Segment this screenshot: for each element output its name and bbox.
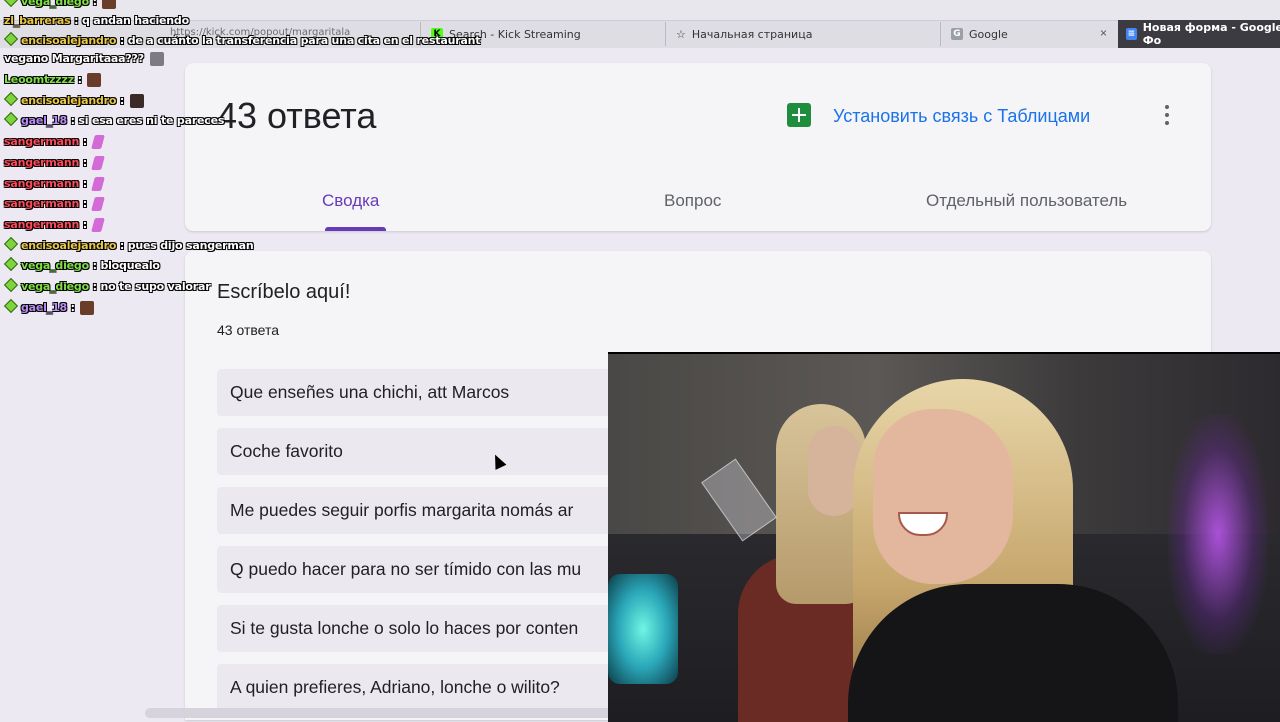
question-title: Escríbelo aquí! xyxy=(217,281,351,303)
chat-username[interactable]: encisoalejandro xyxy=(21,239,116,252)
chat-message: vega_diego : xyxy=(3,0,117,9)
question-response-count: 43 ответа xyxy=(217,322,279,338)
active-tab-indicator xyxy=(325,227,386,231)
badge-icon xyxy=(3,236,19,252)
tab-label: Google xyxy=(969,27,1008,41)
chat-text: vegano Margaritaaa??? xyxy=(4,52,144,65)
chat-username[interactable]: sangermann xyxy=(4,177,79,190)
chat-message: sangermann : xyxy=(4,218,105,232)
tab-label: Новая форма - Google Фо xyxy=(1142,21,1280,47)
emote-icon xyxy=(149,52,164,66)
chat-username[interactable]: vega_diego xyxy=(21,280,89,293)
sheets-icon[interactable] xyxy=(787,103,811,127)
chat-message: vega_diego : no te supo valorar xyxy=(3,277,211,293)
chat-username[interactable]: vega_diego xyxy=(21,259,89,272)
chat-text: : xyxy=(70,301,75,314)
chat-username[interactable]: vega_diego xyxy=(21,0,89,8)
chat-message: Leoomtzzzz : xyxy=(4,73,102,87)
badge-icon xyxy=(3,256,19,272)
chat-text: : xyxy=(82,177,87,190)
tab-question[interactable]: Вопрос xyxy=(664,191,721,211)
tab-individual[interactable]: Отдельный пользователь xyxy=(926,191,1127,211)
emote-icon xyxy=(90,218,105,232)
emote-icon xyxy=(129,94,144,108)
tab-google-forms[interactable]: ≡ Новая форма - Google Фо xyxy=(1118,20,1280,48)
chat-text: : q andan haciendo xyxy=(74,14,189,27)
responses-header-card: 43 ответа Установить связь с Таблицами С… xyxy=(185,63,1211,231)
emote-icon xyxy=(90,197,105,211)
chat-username[interactable]: gael_18 xyxy=(21,301,67,314)
badge-icon xyxy=(3,298,19,314)
emote-icon xyxy=(90,135,105,149)
response-count-title: 43 ответа xyxy=(217,95,377,136)
chat-message: encisoalejandro : pues dijo sangerman xyxy=(3,236,254,252)
chat-text: : xyxy=(77,73,82,86)
google-icon: G xyxy=(951,28,963,40)
more-options-icon[interactable] xyxy=(1163,103,1171,127)
forms-icon: ≡ xyxy=(1126,28,1137,40)
chat-text: : si esa eres ni te pareces xyxy=(70,114,225,127)
chat-message: encisoalejandro : xyxy=(3,91,144,108)
chat-text: : de a cuánto la transferencia para una … xyxy=(119,34,481,47)
tab-google[interactable]: G Google xyxy=(940,22,1101,46)
webcam-rgb-speaker xyxy=(608,574,678,684)
chat-username[interactable]: encisoalejandro xyxy=(21,94,116,107)
emote-icon xyxy=(87,73,102,87)
tab-start-page[interactable]: ☆ Начальная страница xyxy=(665,22,861,46)
close-tab-icon[interactable]: × xyxy=(1100,26,1107,40)
badge-icon xyxy=(3,31,19,47)
chat-username[interactable]: encisoalejandro xyxy=(21,34,116,47)
chat-username[interactable]: Leoomtzzzz xyxy=(4,73,74,86)
chat-message-continued: vegano Margaritaaa??? xyxy=(4,52,164,66)
chat-username[interactable]: sangermann xyxy=(4,218,79,231)
badge-icon xyxy=(3,111,19,127)
chat-text: : no te supo valorar xyxy=(92,280,211,293)
chat-username[interactable]: zl_barreras xyxy=(4,14,71,27)
tab-label: Начальная страница xyxy=(691,27,813,41)
emote-icon xyxy=(80,301,95,315)
chat-username[interactable]: gael_18 xyxy=(21,114,67,127)
emote-icon xyxy=(102,0,117,9)
chat-text: : xyxy=(119,94,125,107)
tab-summary[interactable]: Сводка xyxy=(322,191,379,211)
chat-message: sangermann : xyxy=(4,135,105,149)
chat-message: gael_18 : si esa eres ni te pareces xyxy=(3,111,225,127)
chat-message: encisoalejandro : de a cuánto la transfe… xyxy=(3,31,481,47)
star-icon: ☆ xyxy=(676,27,686,41)
chat-text: : xyxy=(82,218,87,231)
badge-icon xyxy=(3,0,19,8)
chat-text: : xyxy=(82,135,87,148)
emote-icon xyxy=(90,177,105,191)
chat-text: : pues dijo sangerman xyxy=(119,239,254,252)
webcam-fairy-lights xyxy=(1168,414,1268,654)
webcam-video-overlay xyxy=(608,352,1280,722)
chat-message: sangermann : xyxy=(4,197,105,211)
chat-message: gael_18 : xyxy=(3,298,95,315)
chat-text: : xyxy=(82,156,87,169)
webcam-person-right-face xyxy=(873,409,1013,584)
chat-text: : xyxy=(92,0,97,8)
badge-icon xyxy=(3,91,19,107)
horizontal-scrollbar[interactable] xyxy=(145,708,625,718)
link-to-sheets-button[interactable]: Установить связь с Таблицами xyxy=(833,106,1090,127)
chat-text: : bloquealo xyxy=(92,259,160,272)
chat-username[interactable]: sangermann xyxy=(4,197,79,210)
chat-username[interactable]: sangermann xyxy=(4,135,79,148)
emote-icon xyxy=(90,156,105,170)
chat-message: zl_barreras : q andan haciendo xyxy=(4,14,189,27)
chat-message: sangermann : xyxy=(4,177,105,191)
chat-text: : xyxy=(82,197,87,210)
badge-icon xyxy=(3,277,19,293)
chat-message: sangermann : xyxy=(4,156,105,170)
chat-username[interactable]: sangermann xyxy=(4,156,79,169)
address-bar-row xyxy=(0,0,1280,21)
chat-message: vega_diego : bloquealo xyxy=(3,256,160,272)
